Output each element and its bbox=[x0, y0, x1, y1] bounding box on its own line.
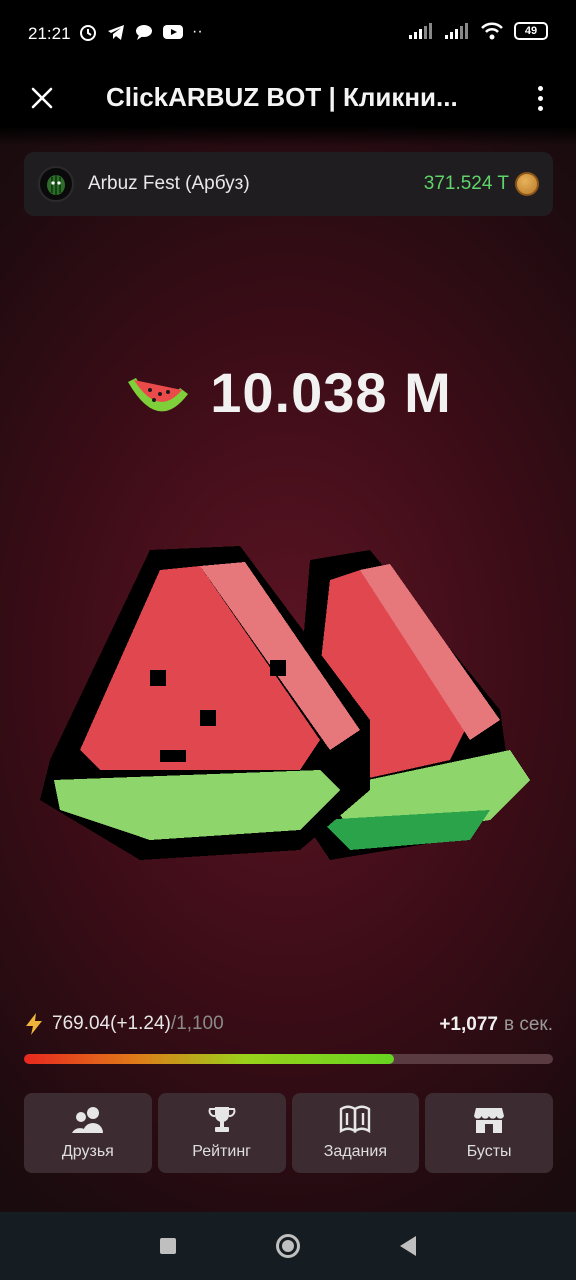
youtube-icon bbox=[163, 25, 183, 39]
nav-friends[interactable]: Друзья bbox=[24, 1093, 152, 1173]
lightning-icon bbox=[26, 1013, 42, 1035]
battery-level: 49 bbox=[524, 25, 538, 37]
bottom-nav: Друзья Рейтинг Задания Бусты bbox=[24, 1093, 553, 1173]
back-button[interactable] bbox=[400, 1236, 416, 1256]
chat-icon bbox=[136, 25, 152, 40]
balance-value: 10.038 M bbox=[210, 361, 452, 424]
nav-label: Бусты bbox=[466, 1143, 512, 1160]
energy-row: 769.04(+1.24)/1,100 +1,077 в сек. bbox=[24, 1012, 553, 1040]
trophy-icon bbox=[208, 1107, 236, 1132]
signal-icon bbox=[409, 23, 432, 39]
header-shadow bbox=[0, 126, 576, 146]
more-menu-button[interactable] bbox=[528, 82, 552, 114]
shop-icon bbox=[474, 1108, 505, 1133]
nav-label: Рейтинг bbox=[192, 1143, 251, 1160]
system-status-icons: 49 bbox=[408, 22, 548, 40]
notification-icons: ·· bbox=[78, 22, 203, 42]
watermelon-tap-button[interactable] bbox=[30, 540, 554, 880]
tasks-book-icon bbox=[340, 1105, 371, 1134]
nav-label: Друзья bbox=[61, 1143, 114, 1160]
watermelon-slice-icon bbox=[128, 377, 189, 411]
status-time: 21:21 bbox=[28, 24, 71, 43]
income-value: +1,077 bbox=[439, 1014, 498, 1035]
income-per-second: +1,077 в сек. bbox=[439, 1014, 553, 1036]
energy-progress-fill bbox=[24, 1054, 395, 1064]
telegram-icon bbox=[108, 25, 124, 40]
battery-icon: 49 bbox=[514, 22, 548, 40]
status-bar: 21:21 ·· 49 bbox=[0, 0, 576, 70]
app-bar: ClickARBUZ BOT | Кликни... bbox=[0, 70, 576, 126]
melon-avatar-icon bbox=[38, 166, 74, 202]
app-title: ClickARBUZ BOT | Кликни... bbox=[106, 82, 458, 112]
balance: 10.038 M bbox=[0, 360, 576, 425]
more-dots-icon: ·· bbox=[192, 23, 203, 40]
energy-max: /1,100 bbox=[170, 1013, 224, 1034]
signal-icon bbox=[445, 23, 468, 39]
energy-current: 769.04(+1.24) bbox=[52, 1013, 171, 1034]
system-nav-bar bbox=[0, 1212, 576, 1280]
nav-rating[interactable]: Рейтинг bbox=[157, 1093, 286, 1173]
coin-icon bbox=[515, 172, 539, 196]
energy-info: 769.04(+1.24)/1,100 bbox=[24, 1012, 224, 1036]
income-unit: в сек. bbox=[503, 1014, 553, 1035]
energy-progress-bar bbox=[24, 1054, 553, 1064]
alarm-icon bbox=[80, 25, 96, 41]
close-icon bbox=[31, 87, 53, 109]
nav-label: Задания bbox=[323, 1143, 387, 1160]
more-vertical-icon bbox=[537, 85, 543, 91]
league-card[interactable]: Arbuz Fest (Арбуз) 371.524 T bbox=[24, 152, 553, 216]
recents-button[interactable] bbox=[160, 1238, 176, 1254]
home-button[interactable] bbox=[276, 1234, 300, 1258]
league-score: 371.524 T bbox=[423, 173, 509, 194]
friends-icon bbox=[71, 1107, 103, 1133]
pixel-watermelon-icon bbox=[40, 546, 530, 860]
close-button[interactable] bbox=[26, 82, 58, 114]
nav-tasks[interactable]: Задания bbox=[291, 1093, 420, 1173]
home-icon bbox=[282, 1240, 294, 1252]
nav-boosts[interactable]: Бусты bbox=[425, 1093, 553, 1173]
league-name: Arbuz Fest (Арбуз) bbox=[88, 173, 250, 194]
wifi-icon bbox=[481, 22, 503, 40]
